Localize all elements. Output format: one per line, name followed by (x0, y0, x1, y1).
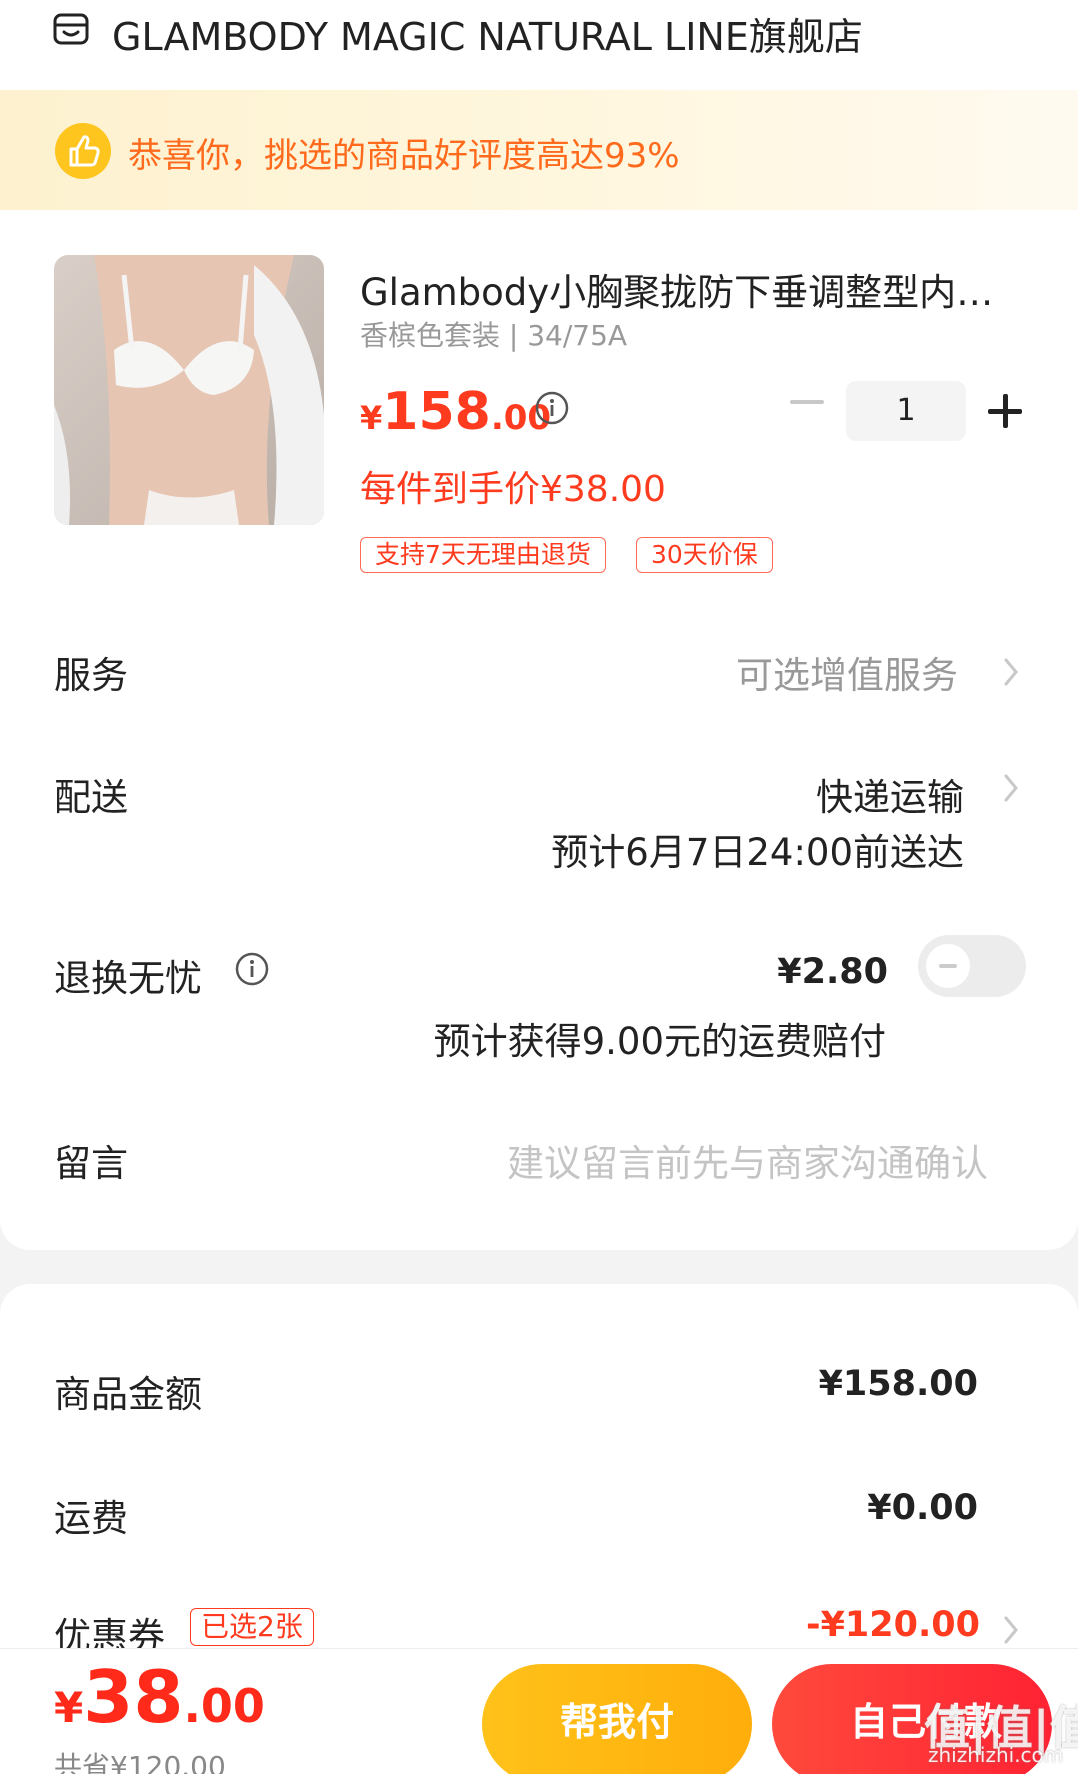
return-label: 退换无忧 (54, 957, 202, 1000)
goods-amount-value: ¥158.00 (818, 1364, 978, 1404)
total-price: ¥38.00 (54, 1655, 265, 1739)
unit-price: 每件到手价¥38.00 (360, 469, 666, 510)
product-title[interactable]: Glambody小胸聚拢防下垂调整型内衣女无钢圈收副乳文胸套装 (360, 262, 1020, 316)
return-note: 预计获得9.00元的运费赔付 (433, 1020, 886, 1063)
store-header[interactable]: GLAMBODY MAGIC NATURAL LINE旗舰店 (0, 0, 1078, 90)
price-info-icon[interactable] (534, 390, 570, 426)
watermark-url: zhizhizhi.com (928, 1743, 1064, 1767)
thumbs-up-icon (55, 123, 111, 179)
quantity-decrease-button[interactable] (790, 400, 824, 404)
shipping-label: 运费 (54, 1497, 128, 1540)
return-price: ¥2.80 (777, 952, 888, 992)
message-label: 留言 (54, 1142, 128, 1185)
coupon-chevron-icon[interactable] (1002, 1614, 1020, 1646)
toggle-knob (926, 944, 970, 988)
coupon-selected-badge[interactable]: 已选2张 (190, 1608, 314, 1646)
store-icon (53, 13, 89, 45)
message-input[interactable]: 建议留言前先与商家沟通确认 (507, 1133, 988, 1187)
delivery-label: 配送 (54, 776, 128, 819)
product-spec[interactable]: 香槟色套装 | 34/75A (360, 314, 627, 354)
store-name[interactable]: GLAMBODY MAGIC NATURAL LINE旗舰店 (112, 6, 863, 61)
saved-amount: 共省¥120.00 (54, 1750, 226, 1774)
service-value[interactable]: 可选增值服务 (736, 645, 958, 699)
goods-amount-label: 商品金额 (54, 1373, 202, 1416)
return-policy-tag: 支持7天无理由退货 (360, 537, 606, 573)
return-info-icon[interactable] (234, 951, 270, 987)
product-price: ¥158.00 (360, 382, 552, 442)
delivery-eta: 预计6月7日24:00前送达 (551, 831, 964, 874)
help-pay-button[interactable]: 帮我付 (482, 1664, 752, 1774)
service-chevron-icon[interactable] (1002, 656, 1020, 688)
shipping-value: ¥0.00 (867, 1488, 978, 1528)
quantity-input[interactable]: 1 (846, 381, 966, 441)
product-image[interactable] (54, 255, 324, 525)
quantity-increase-button[interactable] (988, 394, 1022, 428)
service-label: 服务 (54, 654, 128, 697)
coupon-value[interactable]: -¥120.00 (806, 1605, 980, 1645)
delivery-value[interactable]: 快递运输 (816, 767, 964, 821)
return-toggle[interactable] (918, 935, 1026, 997)
price-protect-tag: 30天价保 (636, 537, 773, 573)
praise-text: 恭喜你，挑选的商品好评度高达93% (128, 136, 680, 176)
delivery-chevron-icon[interactable] (1002, 772, 1020, 804)
